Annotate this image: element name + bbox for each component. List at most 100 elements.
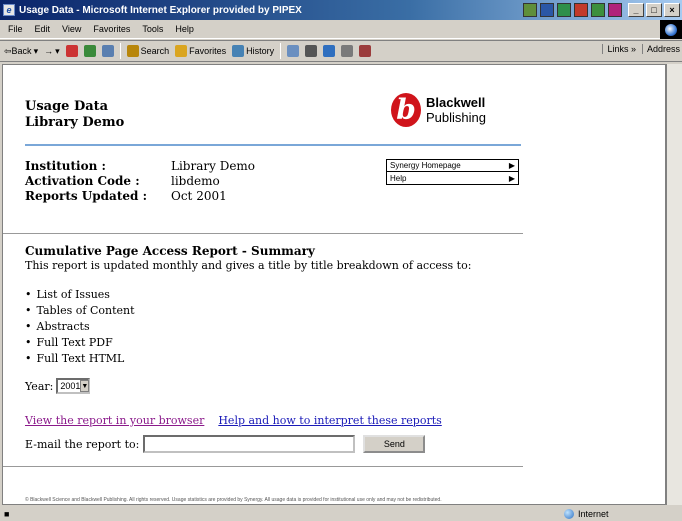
- toolbar-separator: [280, 43, 282, 59]
- help-link[interactable]: Help ▶: [387, 172, 518, 184]
- favorites-icon: [175, 45, 188, 57]
- footer-divider: [3, 466, 523, 467]
- year-selector: Year: 2001 ▼: [25, 378, 91, 394]
- chevron-down-icon[interactable]: ▼: [80, 380, 90, 392]
- copyright-footer: © Blackwell Science and Blackwell Publis…: [25, 497, 442, 503]
- forward-arrow-icon: →: [44, 46, 54, 56]
- play-arrow-icon: ▶: [508, 161, 515, 170]
- stop-icon[interactable]: [65, 45, 78, 57]
- section-divider: [3, 233, 523, 234]
- link-label: Help: [390, 173, 407, 183]
- play-arrow-icon: ▶: [508, 173, 515, 183]
- email-label: E-mail the report to:: [25, 437, 140, 451]
- blackwell-b-mark-icon: b: [391, 93, 421, 127]
- logo-text: Blackwell Publishing: [426, 95, 486, 125]
- favorites-button[interactable]: Favorites: [175, 45, 226, 57]
- window-controls: _ □ ×: [628, 3, 680, 17]
- info-row-activation-code: Activation Code : libdemo: [25, 174, 255, 189]
- report-description: This report is updated monthly and gives…: [25, 259, 472, 272]
- info-row-reports-updated: Reports Updated : Oct 2001: [25, 189, 255, 204]
- page-title-line2: Library Demo: [25, 115, 125, 130]
- internet-globe-icon: [564, 508, 574, 519]
- email-report-form: E-mail the report to: Send: [25, 435, 426, 453]
- header-divider: [25, 144, 521, 146]
- mail-icon[interactable]: [287, 45, 300, 57]
- internet-explorer-icon: e: [3, 4, 15, 16]
- blackwell-logo: b Blackwell Publishing: [391, 93, 486, 127]
- list-item: Full Text HTML: [25, 351, 135, 367]
- address-bar-label: Address: [641, 44, 680, 54]
- info-label: Institution :: [25, 159, 106, 173]
- page-content: Usage Data Library Demo b Blackwell Publ…: [3, 65, 665, 504]
- info-value: Library Demo: [171, 159, 256, 173]
- powerpoint-icon[interactable]: [574, 3, 588, 17]
- spreadsheet-icon[interactable]: [591, 3, 605, 17]
- excel-icon[interactable]: [557, 3, 571, 17]
- menu-bar: File Edit View Favorites Tools Help: [0, 20, 682, 39]
- back-label: ⇦Back: [4, 45, 32, 56]
- view-report-link[interactable]: View the report in your browser: [25, 414, 204, 427]
- report-links: View the report in your browser Help and…: [25, 414, 442, 427]
- edit-icon[interactable]: [323, 45, 336, 57]
- forward-button[interactable]: → ▾: [44, 46, 60, 57]
- status-bar: ■ Internet: [0, 506, 682, 521]
- menu-edit[interactable]: Edit: [35, 24, 51, 34]
- search-button[interactable]: Search: [126, 45, 170, 57]
- favorites-label: Favorites: [189, 46, 227, 56]
- search-label: Search: [140, 46, 170, 56]
- list-item: List of Issues: [25, 287, 135, 303]
- list-item: Abstracts: [25, 319, 135, 335]
- toolbar-separator: [119, 43, 121, 59]
- refresh-icon[interactable]: [83, 45, 96, 57]
- info-value: Oct 2001: [171, 189, 227, 203]
- maximize-icon[interactable]: □: [646, 3, 662, 17]
- browser-viewport: Usage Data Library Demo b Blackwell Publ…: [2, 64, 666, 505]
- list-item: Tables of Content: [25, 303, 135, 319]
- page-title-line1: Usage Data: [25, 99, 109, 114]
- info-value: libdemo: [171, 174, 220, 188]
- year-select[interactable]: 2001 ▼: [56, 378, 91, 394]
- access-icon[interactable]: [608, 3, 622, 17]
- app-icon[interactable]: [523, 3, 537, 17]
- info-label: Reports Updated :: [25, 189, 147, 203]
- links-bar[interactable]: Links »: [602, 44, 636, 54]
- close-icon[interactable]: ×: [664, 3, 680, 17]
- history-icon: [232, 45, 245, 57]
- page-title: Usage Data Library Demo: [25, 99, 124, 131]
- year-label: Year:: [25, 379, 54, 393]
- page-status-icon: ■: [4, 508, 10, 519]
- report-heading: Cumulative Page Access Report - Summary: [25, 244, 315, 258]
- word-icon[interactable]: [540, 3, 554, 17]
- search-icon: [126, 45, 139, 57]
- send-button[interactable]: Send: [363, 435, 426, 453]
- help-interpret-link[interactable]: Help and how to interpret these reports: [218, 414, 441, 427]
- back-dropdown-icon[interactable]: ▾: [34, 46, 39, 57]
- history-button[interactable]: History: [232, 45, 274, 57]
- minimize-icon[interactable]: _: [628, 3, 644, 17]
- standard-toolbar: ⇦Back ▾ → ▾ Search Favorites History Lin…: [0, 40, 682, 62]
- discuss-icon[interactable]: [341, 45, 354, 57]
- menu-favorites[interactable]: Favorites: [93, 24, 130, 34]
- print-icon[interactable]: [305, 45, 318, 57]
- synergy-homepage-link[interactable]: Synergy Homepage ▶: [387, 160, 518, 172]
- menu-help[interactable]: Help: [175, 24, 194, 34]
- window-title-bar: e Usage Data - Microsoft Internet Explor…: [0, 0, 682, 20]
- ie-throbber-icon: [660, 20, 682, 39]
- menu-file[interactable]: File: [8, 24, 23, 34]
- back-button[interactable]: ⇦Back ▾: [4, 46, 38, 57]
- history-label: History: [246, 46, 275, 56]
- email-field[interactable]: [143, 435, 356, 453]
- info-row-institution: Institution : Library Demo: [25, 159, 255, 174]
- side-link-box: Synergy Homepage ▶ Help ▶: [386, 159, 519, 185]
- security-zone: Internet: [560, 508, 682, 519]
- vertical-scrollbar[interactable]: [666, 64, 682, 505]
- messenger-icon[interactable]: [359, 45, 372, 57]
- home-icon[interactable]: [101, 45, 114, 57]
- report-content-list: List of Issues Tables of Content Abstrac…: [25, 287, 135, 367]
- zone-label: Internet: [578, 508, 609, 519]
- tray-icons: [523, 3, 622, 17]
- menu-view[interactable]: View: [62, 24, 81, 34]
- logo-text-line1: Blackwell: [426, 95, 486, 110]
- menu-tools[interactable]: Tools: [142, 24, 163, 34]
- toolbar-right: Links » Address: [602, 44, 680, 54]
